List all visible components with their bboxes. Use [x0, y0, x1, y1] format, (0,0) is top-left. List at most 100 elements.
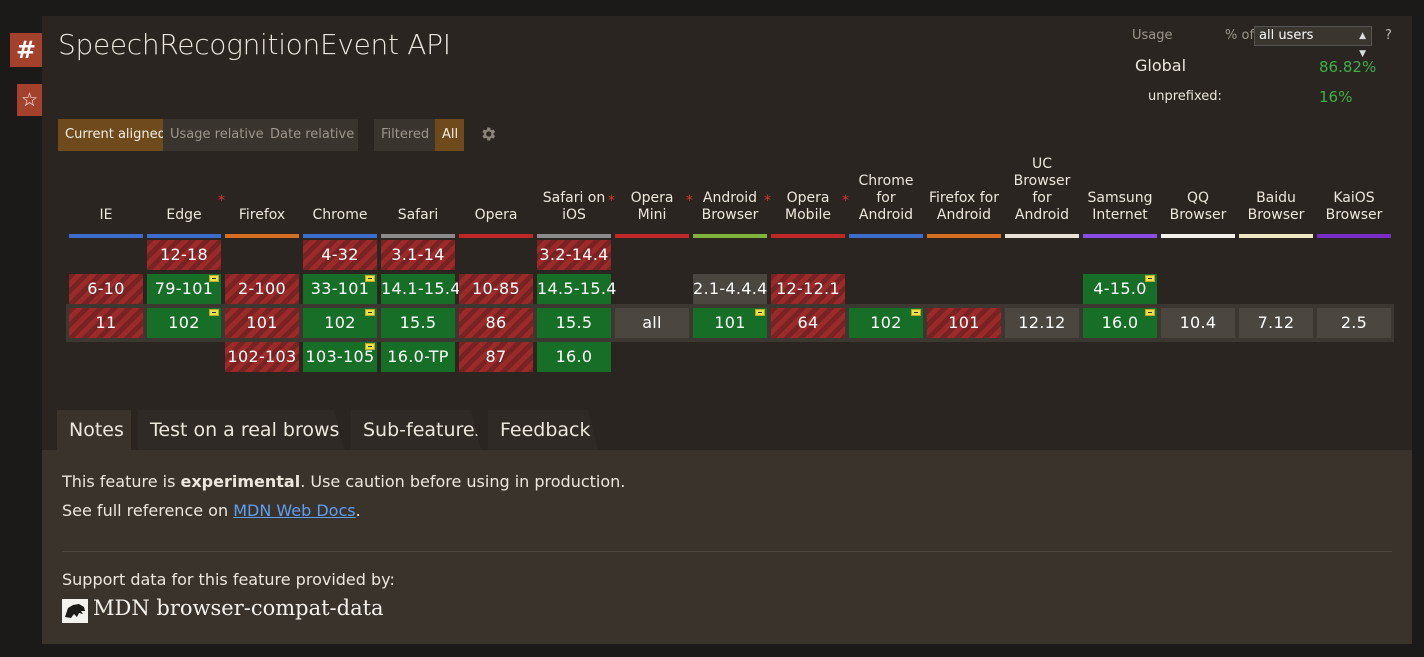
unprefixed-label: unprefixed:	[1148, 89, 1222, 104]
version-cell[interactable]: 16.0	[537, 342, 611, 372]
filtered-button[interactable]: Filtered	[374, 119, 435, 151]
experimental-note: This feature is experimental. Use cautio…	[62, 472, 625, 491]
star-icon[interactable]: ☆	[17, 84, 42, 116]
version-cell[interactable]: 7.12	[1239, 308, 1313, 338]
note-text: This feature is	[62, 472, 181, 491]
version-cell[interactable]: 101	[225, 308, 299, 338]
tab-sub-features[interactable]: Sub-features	[351, 410, 481, 450]
version-cell[interactable]: 14.5-15.4	[537, 274, 616, 304]
version-cell[interactable]: all	[615, 308, 689, 338]
gear-icon[interactable]	[479, 125, 497, 143]
browser-name: Android Browser	[701, 190, 759, 223]
browser-name: Safari	[397, 207, 439, 223]
browser-name: QQ Browser	[1169, 190, 1227, 223]
browser-name: Chrome for Android	[858, 173, 914, 223]
note-text: . Use caution before using in production…	[300, 472, 626, 491]
version-cell[interactable]: 102	[303, 308, 377, 338]
version-cell[interactable]: 2-100	[225, 274, 299, 304]
support-data-text: Support data for this feature provided b…	[62, 570, 395, 589]
browser-color-bar	[849, 234, 923, 238]
partial-note-asterisk: *	[218, 193, 225, 209]
tab-test-real-browser[interactable]: Test on a real browser	[138, 410, 344, 450]
global-usage-label: Global	[1135, 56, 1187, 75]
help-icon[interactable]: ?	[1385, 28, 1392, 43]
browser-color-bar	[1005, 234, 1079, 238]
browser-header: Firefox for Android	[927, 160, 1001, 232]
browser-header: Samsung Internet	[1083, 160, 1157, 232]
current-aligned-button[interactable]: Current aligned	[58, 119, 166, 151]
browser-header: Firefox	[225, 160, 299, 232]
users-select[interactable]: all users ▲ ▼	[1254, 26, 1372, 59]
version-cell[interactable]: 4-15.0	[1083, 274, 1157, 304]
date-relative-button[interactable]: Date relative	[263, 119, 358, 151]
version-cell[interactable]: 12-18	[147, 240, 221, 270]
version-cell[interactable]: 16.0	[1083, 308, 1157, 338]
version-cell[interactable]: 103-105	[303, 342, 377, 372]
browser-header: Opera Mini *	[615, 160, 693, 232]
version-range: 6-10	[87, 279, 125, 298]
tab-notes[interactable]: Notes	[57, 410, 131, 450]
tab-feedback[interactable]: Feedback	[488, 410, 598, 450]
version-cell[interactable]: 87	[459, 342, 533, 372]
version-range: 12-12.1	[776, 279, 840, 298]
version-cell[interactable]: 101	[693, 308, 767, 338]
version-range: 102-103	[227, 347, 297, 366]
usage-relative-button[interactable]: Usage relative	[163, 119, 264, 151]
browser-name: UC Browser for Android	[1013, 156, 1071, 223]
note-flag-icon	[209, 275, 219, 282]
version-cell[interactable]: 33-101	[303, 274, 377, 304]
version-range: 10.4	[1179, 313, 1217, 332]
version-range: 2.1-4.4.4	[693, 279, 768, 298]
version-cell[interactable]: 86	[459, 308, 533, 338]
version-cell[interactable]: 3.1-14	[381, 240, 455, 270]
browser-color-bar	[459, 234, 533, 238]
version-range: 79-101	[154, 279, 214, 298]
version-cell[interactable]: 15.5	[381, 308, 455, 338]
browser-name: Opera Mini	[630, 190, 674, 223]
version-range: 14.1-15.4	[381, 279, 461, 298]
browser-color-bar	[1161, 234, 1235, 238]
version-cell[interactable]: 102	[849, 308, 923, 338]
version-cell[interactable]: 11	[69, 308, 143, 338]
version-range: 4-32	[321, 245, 359, 264]
version-range: 2.5	[1340, 313, 1368, 332]
mdn-web-docs-link[interactable]: MDN Web Docs	[233, 501, 355, 520]
browser-header: Chrome for Android	[849, 160, 923, 232]
version-range: 102	[870, 313, 902, 332]
browser-name: Baidu Browser	[1247, 190, 1305, 223]
version-range: 3.2-14.4	[539, 245, 609, 264]
version-cell[interactable]: 102-103	[225, 342, 299, 372]
version-cell[interactable]: 12-12.1	[771, 274, 845, 304]
browser-name: Safari on iOS	[542, 190, 606, 223]
version-range: 11	[95, 313, 117, 332]
version-cell[interactable]: 10-85	[459, 274, 533, 304]
divider	[62, 551, 1392, 552]
browser-name: Firefox	[238, 207, 286, 223]
all-button[interactable]: All	[435, 119, 464, 151]
version-cell[interactable]: 10.4	[1161, 308, 1235, 338]
note-text: See full reference on	[62, 501, 234, 520]
version-range: 101	[246, 313, 278, 332]
version-cell[interactable]: 79-101	[147, 274, 221, 304]
version-cell[interactable]: 6-10	[69, 274, 143, 304]
browser-color-bar	[1239, 234, 1313, 238]
version-cell[interactable]: 2.1-4.4.4	[693, 274, 767, 304]
browser-color-bar	[693, 234, 767, 238]
version-cell[interactable]: 16.0-TP	[381, 342, 455, 372]
browser-header: Edge *	[147, 160, 225, 232]
version-cell[interactable]: 102	[147, 308, 221, 338]
version-cell[interactable]: 12.12	[1005, 308, 1079, 338]
version-cell[interactable]: 64	[771, 308, 845, 338]
note-flag-icon	[1145, 275, 1155, 282]
version-range: 64	[797, 313, 819, 332]
partial-note-asterisk: *	[686, 193, 693, 209]
version-cell[interactable]: 2.5	[1317, 308, 1391, 338]
version-cell[interactable]: 4-32	[303, 240, 377, 270]
mdn-dinosaur-logo-icon	[62, 599, 88, 623]
hash-link-icon[interactable]: #	[10, 33, 42, 67]
version-cell[interactable]: 15.5	[537, 308, 611, 338]
version-cell[interactable]: 14.1-15.4	[381, 274, 460, 304]
version-cell[interactable]: 101	[927, 308, 1001, 338]
unprefixed-value: 16%	[1319, 88, 1353, 106]
version-cell[interactable]: 3.2-14.4	[537, 240, 611, 270]
